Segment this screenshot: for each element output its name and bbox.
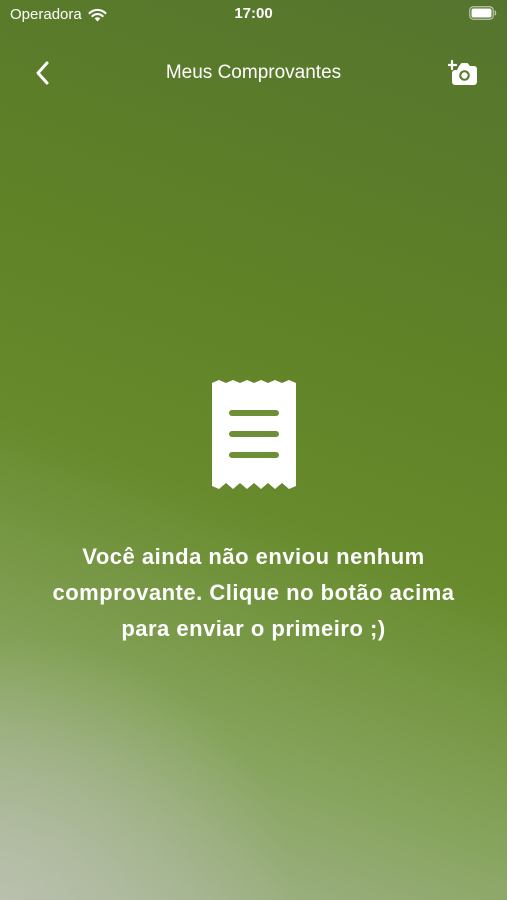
receipt-icon — [211, 380, 296, 489]
camera-add-icon — [448, 59, 477, 85]
navigation-bar: Meus Comprovantes — [0, 50, 507, 96]
page-title: Meus Comprovantes — [165, 62, 342, 83]
status-bar: Operadora 17:00 — [0, 0, 507, 28]
empty-state: Você ainda não enviou nenhum comprovante… — [0, 380, 507, 647]
add-receipt-photo-button[interactable] — [445, 55, 481, 91]
empty-state-message: Você ainda não enviou nenhum comprovante… — [52, 544, 455, 641]
status-time: 17:00 — [234, 5, 273, 22]
battery-icon — [469, 6, 497, 20]
app-screen: Operadora 17:00 Meus Comprovantes Você a… — [0, 0, 507, 900]
